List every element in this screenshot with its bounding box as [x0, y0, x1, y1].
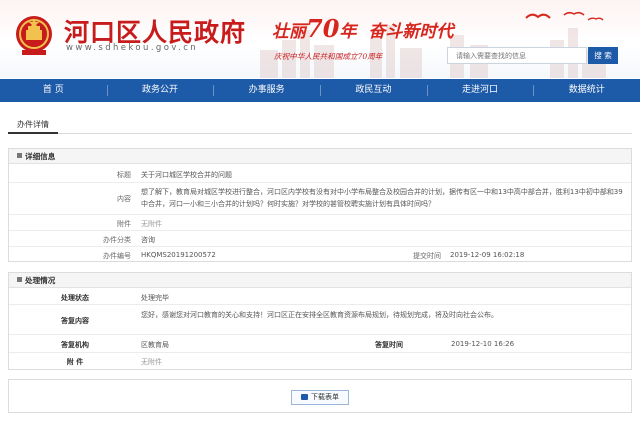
handling-panel-header: 处理情况: [9, 273, 631, 288]
submit-time-value: 2019-12-09 16:02:18: [450, 251, 525, 259]
category-value: 咨询: [141, 236, 155, 244]
slogan-number: 70: [306, 14, 340, 43]
detail-row-category: 办件分类 咨询: [9, 231, 631, 247]
anniversary-subtitle: 庆祝中华人民共和国成立70周年: [274, 52, 383, 61]
national-emblem-icon: [16, 16, 52, 55]
reply-value: 您好，感谢您对河口教育的关心和支持！河口区正在安排全区教育资源布局规划，待规划完…: [141, 311, 498, 319]
handling-row-org: 答复机构 区教育局 答复时间 2019-12-10 16:26: [9, 335, 631, 353]
site-header: 河口区人民政府 www.sdhekou.gov.cn 壮丽70年 奋斗新时代 庆祝…: [0, 0, 640, 78]
status-label: 处理状态: [61, 294, 89, 302]
tab-case-detail[interactable]: 办件详情: [8, 118, 58, 134]
download-form-button[interactable]: 下载表单: [291, 390, 349, 405]
nav-item-home[interactable]: 首 页: [0, 79, 107, 102]
slogan-part-a: 壮丽: [272, 22, 306, 42]
reply-time-value: 2019-12-10 16:26: [451, 340, 515, 348]
handling-attachment-label: 附 件: [66, 358, 84, 366]
case-number-label: 办件编号: [103, 252, 131, 260]
handling-panel: 处理情况 处理状态 处理完毕 答复内容 您好，感谢您对河口教育的关心和支持！河口…: [8, 272, 632, 370]
detail-panel-title: 详细信息: [25, 152, 56, 161]
reply-time-label: 答复时间: [375, 341, 403, 349]
slogan-part-c: 奋斗新时代: [368, 22, 454, 42]
search-button[interactable]: 搜 索: [588, 47, 618, 64]
content-label: 内容: [117, 195, 131, 203]
submit-time-label: 提交时间: [413, 252, 441, 260]
download-area: 下载表单: [8, 379, 632, 413]
case-number-value: HKQMS20191200572: [141, 251, 216, 259]
status-value: 处理完毕: [141, 294, 169, 302]
org-value: 区教育局: [141, 341, 169, 349]
nav-item-services[interactable]: 办事服务: [213, 79, 320, 102]
detail-panel-header: 详细信息: [9, 149, 631, 164]
nav-item-gov-affairs[interactable]: 政务公开: [106, 79, 214, 102]
detail-row-attachment: 附件 无附件: [9, 215, 631, 231]
nav-item-interaction[interactable]: 政民互动: [320, 79, 427, 102]
birds-icon: [525, 11, 604, 21]
square-icon: [17, 277, 22, 282]
slogan-part-b: 年: [339, 22, 357, 42]
subject-label: 标题: [117, 171, 131, 179]
org-label: 答复机构: [61, 341, 89, 349]
detail-row-number: 办件编号 HKQMS20191200572 提交时间 2019-12-09 16…: [9, 247, 631, 262]
handling-row-attachment: 附 件 无附件: [9, 353, 631, 369]
category-label: 办件分类: [103, 236, 131, 244]
nav-item-statistics[interactable]: 数据统计: [533, 79, 640, 102]
download-icon: [301, 394, 308, 400]
search-input[interactable]: [447, 47, 587, 64]
attachment-value: 无附件: [141, 220, 162, 228]
nav-item-about-hekou[interactable]: 走进河口: [426, 79, 534, 102]
attachment-label: 附件: [117, 220, 131, 228]
anniversary-slogan: 壮丽70年 奋斗新时代: [272, 14, 453, 43]
site-domain: www.sdhekou.gov.cn: [66, 43, 199, 53]
download-form-label: 下载表单: [311, 393, 339, 401]
detail-panel: 详细信息 标题 关于河口城区学校合并的问题 内容 想了解下，教育局对城区学校进行…: [8, 148, 632, 262]
main-nav: 首 页 政务公开 办事服务 政民互动 走进河口 数据统计: [0, 79, 640, 102]
subject-value: 关于河口城区学校合并的问题: [141, 171, 232, 179]
handling-attachment-value: 无附件: [141, 358, 162, 366]
detail-row-subject: 标题 关于河口城区学校合并的问题: [9, 165, 631, 183]
page-tab-bar: 办件详情: [8, 118, 632, 134]
detail-row-content: 内容 想了解下，教育局对城区学校进行整合，河口区内学校有没有对中小学布局整合及校…: [9, 183, 631, 215]
reply-label: 答复内容: [61, 317, 89, 325]
handling-panel-title: 处理情况: [25, 276, 56, 285]
handling-row-status: 处理状态 处理完毕: [9, 289, 631, 305]
handling-row-reply: 答复内容 您好，感谢您对河口教育的关心和支持！河口区正在安排全区教育资源布局规划…: [9, 305, 631, 335]
square-icon: [17, 153, 22, 158]
content-value: 想了解下，教育局对城区学校进行整合，河口区内学校有没有对中小学布局整合及校园合并…: [141, 188, 623, 208]
